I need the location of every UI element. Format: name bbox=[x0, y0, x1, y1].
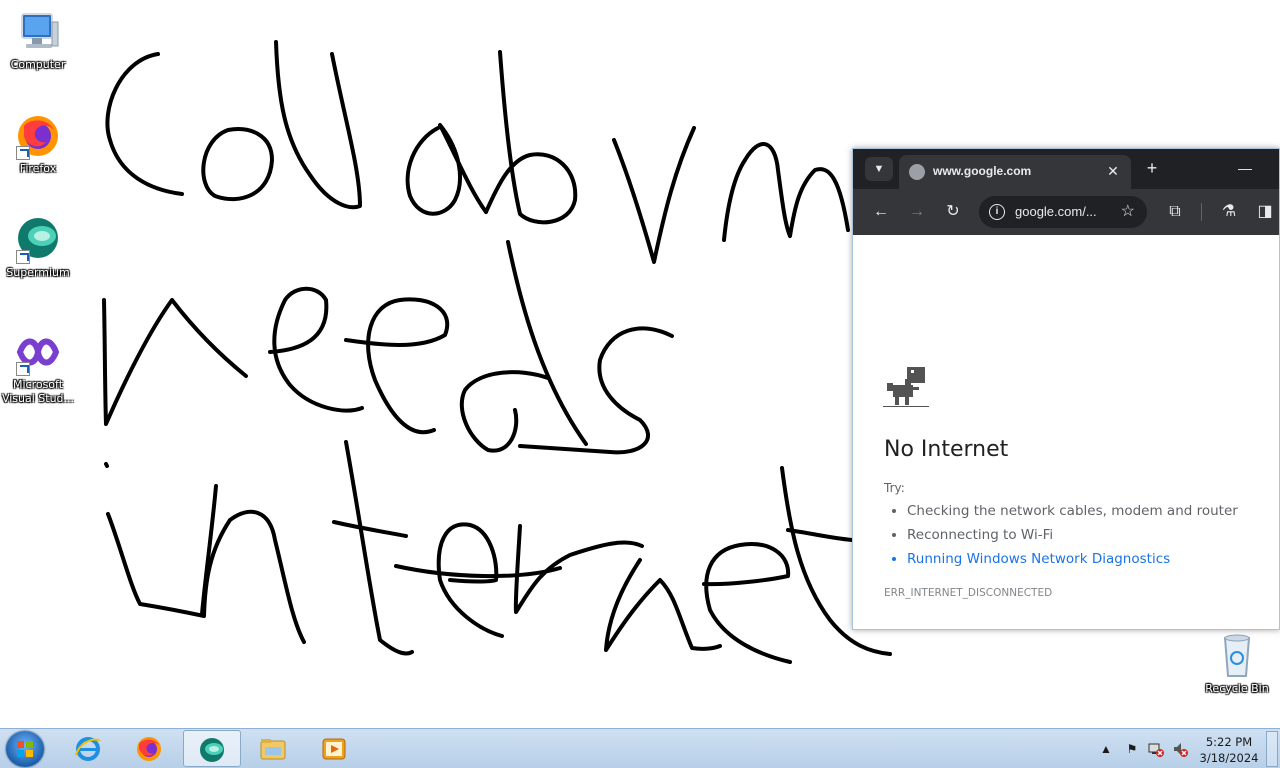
error-code: ERR_INTERNET_DISCONNECTED bbox=[884, 587, 1053, 599]
error-page: No Internet Try: Checking the network ca… bbox=[853, 235, 1279, 629]
reload-button[interactable]: ↻ bbox=[941, 200, 965, 224]
stroke bbox=[702, 542, 792, 664]
desktop-icon-visual-studio[interactable]: Microsoft Visual Stud... bbox=[1, 328, 75, 406]
computer-icon bbox=[14, 8, 62, 56]
arrow-left-icon: ← bbox=[873, 203, 889, 220]
try-label: Try: bbox=[884, 481, 905, 495]
browser-window[interactable]: ▼ www.google.com ✕ + — ← → ↻ i google.co… bbox=[852, 148, 1280, 630]
stroke bbox=[104, 462, 109, 468]
desktop-icon-label: Firefox bbox=[19, 162, 57, 175]
stroke bbox=[459, 240, 588, 453]
shortcut-arrow-icon bbox=[16, 146, 30, 160]
firefox-icon bbox=[14, 112, 62, 160]
stroke bbox=[344, 440, 414, 656]
stroke bbox=[332, 520, 408, 538]
taskbar-media-player[interactable] bbox=[306, 730, 364, 767]
tab-strip: ▼ www.google.com ✕ + — bbox=[853, 149, 1279, 189]
taskbar-supermium[interactable] bbox=[183, 730, 241, 767]
internet-explorer-icon bbox=[75, 737, 101, 761]
visual-studio-icon bbox=[14, 328, 62, 376]
tab-close-button[interactable]: ✕ bbox=[1103, 161, 1123, 181]
taskbar-file-explorer[interactable] bbox=[245, 730, 303, 767]
arrow-right-icon: → bbox=[909, 203, 925, 220]
chevron-down-icon: ▼ bbox=[873, 163, 885, 175]
taskbar-internet-explorer[interactable] bbox=[60, 730, 118, 767]
taskbar-firefox[interactable] bbox=[121, 730, 179, 767]
stroke bbox=[786, 528, 854, 542]
labs-button[interactable]: ⚗ bbox=[1217, 200, 1241, 224]
tab-active[interactable]: www.google.com ✕ bbox=[899, 155, 1131, 189]
suggestion-item: Checking the network cables, modem and r… bbox=[907, 501, 1238, 525]
flask-icon: ⚗ bbox=[1221, 203, 1237, 220]
shortcut-arrow-icon bbox=[16, 362, 30, 376]
desktop-icon-label: Supermium bbox=[6, 266, 70, 279]
file-explorer-icon bbox=[260, 739, 286, 760]
tab-title: www.google.com bbox=[933, 164, 1032, 178]
media-player-icon bbox=[322, 738, 346, 760]
desktop-icon-computer[interactable]: Computer bbox=[1, 8, 75, 72]
taskbar: ▲ ⚑ 5:22 PM 3/18/2024 bbox=[0, 728, 1280, 768]
stroke bbox=[105, 52, 184, 196]
stroke bbox=[344, 297, 450, 434]
stroke bbox=[394, 564, 562, 579]
stroke bbox=[268, 286, 364, 413]
stroke bbox=[518, 326, 674, 455]
new-tab-button[interactable]: + bbox=[1141, 157, 1163, 179]
info-icon: i bbox=[989, 204, 1005, 220]
volume-muted-icon[interactable] bbox=[1172, 741, 1188, 757]
reload-icon: ↻ bbox=[946, 203, 960, 220]
back-button[interactable]: ← bbox=[869, 200, 893, 224]
windows-logo-icon bbox=[17, 741, 33, 757]
suggestion-list: Checking the network cables, modem and r… bbox=[907, 501, 1238, 573]
show-desktop-button[interactable] bbox=[1266, 731, 1278, 767]
clock-date: 3/18/2024 bbox=[1199, 751, 1259, 765]
browser-toolbar: ← → ↻ i google.com/... ☆ ⧉ ⚗ ◨ bbox=[853, 189, 1279, 235]
stroke bbox=[484, 50, 578, 225]
side-panel-button[interactable]: ◨ bbox=[1253, 200, 1277, 224]
desktop[interactable]: Computer Firefox Supermium Microsoft Vis… bbox=[0, 0, 1280, 728]
bookmark-star-icon[interactable]: ☆ bbox=[1121, 201, 1135, 221]
network-disconnected-icon[interactable] bbox=[1148, 741, 1164, 757]
minimize-button[interactable]: — bbox=[1231, 157, 1259, 179]
globe-icon bbox=[909, 164, 925, 180]
clock-time: 5:22 PM bbox=[1205, 735, 1253, 749]
forward-button[interactable]: → bbox=[905, 200, 929, 224]
desktop-icon-recycle-bin[interactable]: Recycle Bin bbox=[1200, 632, 1274, 696]
desktop-icon-supermium[interactable]: Supermium bbox=[1, 216, 75, 280]
error-title: No Internet bbox=[884, 437, 1009, 462]
toolbar-separator bbox=[1201, 203, 1202, 221]
desktop-icon-label: Computer bbox=[10, 58, 66, 71]
desktop-icon-firefox[interactable]: Firefox bbox=[1, 112, 75, 176]
address-bar[interactable]: i google.com/... ☆ bbox=[979, 196, 1147, 228]
start-button[interactable] bbox=[6, 731, 44, 767]
tab-search-button[interactable]: ▼ bbox=[865, 157, 893, 181]
stroke bbox=[102, 298, 248, 426]
stroke bbox=[436, 522, 504, 638]
stroke bbox=[604, 558, 722, 652]
shortcut-arrow-icon bbox=[16, 250, 30, 264]
stroke bbox=[405, 123, 488, 216]
firefox-icon bbox=[137, 737, 161, 761]
show-hidden-icons-button[interactable]: ▲ bbox=[1098, 741, 1114, 757]
dinosaur-icon bbox=[883, 367, 929, 407]
address-text: google.com/... bbox=[1015, 204, 1097, 219]
puzzle-icon: ⧉ bbox=[1169, 203, 1181, 220]
stroke bbox=[722, 142, 850, 242]
desktop-icon-label: Microsoft Visual Stud... bbox=[1, 378, 75, 405]
supermium-icon bbox=[200, 738, 224, 762]
extensions-button[interactable]: ⧉ bbox=[1163, 200, 1187, 224]
stroke bbox=[513, 524, 644, 614]
side-panel-icon: ◨ bbox=[1257, 203, 1273, 220]
stroke bbox=[612, 126, 696, 264]
suggestion-item: Reconnecting to Wi-Fi bbox=[907, 525, 1238, 549]
network-diagnostics-link[interactable]: Running Windows Network Diagnostics bbox=[907, 549, 1238, 573]
supermium-icon bbox=[14, 216, 62, 264]
stroke bbox=[274, 40, 362, 210]
stroke bbox=[201, 127, 274, 202]
recycle-bin-icon bbox=[1213, 632, 1261, 680]
desktop-icon-label: Recycle Bin bbox=[1205, 682, 1269, 695]
action-center-flag-icon[interactable]: ⚑ bbox=[1124, 741, 1140, 757]
system-clock[interactable]: 5:22 PM 3/18/2024 bbox=[1196, 734, 1262, 766]
